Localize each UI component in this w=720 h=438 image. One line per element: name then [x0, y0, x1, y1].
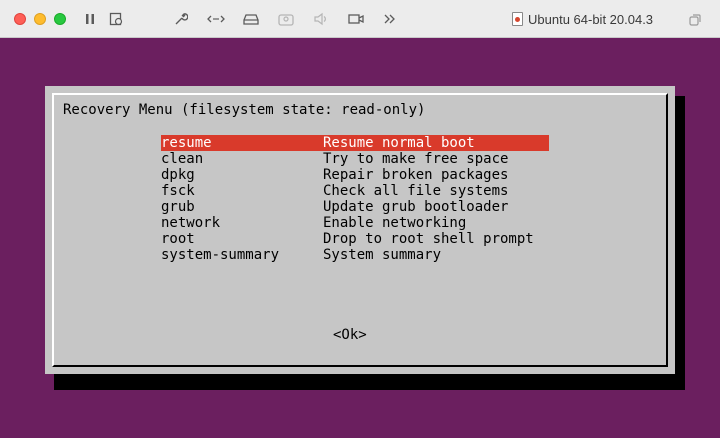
speaker-icon	[311, 9, 331, 29]
menu-item-desc: Update grub bootloader	[323, 199, 509, 215]
menu-item-desc: Repair broken packages	[323, 167, 509, 183]
network-arrows-icon[interactable]	[206, 9, 226, 29]
zoom-window-button[interactable]	[54, 13, 66, 25]
menu-item-desc: Resume normal boot	[323, 135, 475, 151]
minimize-window-button[interactable]	[34, 13, 46, 25]
menu-item-network[interactable]: network Enable networking	[161, 215, 549, 231]
menu-item-fsck[interactable]: fsck Check all file systems	[161, 183, 549, 199]
ok-button[interactable]: <Ok>	[333, 327, 367, 343]
menu-item-system-summary[interactable]: system-summary System summary	[161, 247, 549, 263]
menu-item-grub[interactable]: grub Update grub bootloader	[161, 199, 549, 215]
restore-window-icon[interactable]	[688, 12, 702, 26]
settings-wrench-icon[interactable]	[171, 9, 191, 29]
menu-item-tag: clean	[161, 151, 204, 167]
vm-window-titlebar: Ubuntu 64-bit 20.04.3	[0, 0, 720, 38]
menu-item-tag: dpkg	[161, 167, 195, 183]
menu-item-desc: Check all file systems	[323, 183, 509, 199]
menu-item-clean[interactable]: clean Try to make free space	[161, 151, 549, 167]
camera-user-icon	[276, 9, 296, 29]
vm-title: Ubuntu 64-bit 20.04.3	[512, 10, 653, 28]
menu-item-tag: fsck	[161, 183, 195, 199]
menu-item-dpkg[interactable]: dpkg Repair broken packages	[161, 167, 549, 183]
recovery-menu-list: resume Resume normal boot clean Try to m…	[161, 135, 549, 263]
menu-item-desc: Drop to root shell prompt	[323, 231, 534, 247]
menu-item-tag: network	[161, 215, 221, 231]
disk-icon[interactable]	[241, 9, 261, 29]
vm-title-text: Ubuntu 64-bit 20.04.3	[528, 11, 654, 27]
menu-item-root[interactable]: root Drop to root shell prompt	[161, 231, 549, 247]
dialog-title: Recovery Menu (filesystem state: read-on…	[63, 102, 426, 118]
menu-item-tag: root	[161, 231, 195, 247]
menu-item-tag: system-summary	[161, 247, 280, 263]
menu-item-tag: grub	[161, 199, 195, 215]
menu-item-desc: System summary	[323, 247, 442, 263]
pause-icon[interactable]	[80, 9, 100, 29]
more-chevrons-icon[interactable]	[380, 9, 400, 29]
menu-item-resume[interactable]: resume Resume normal boot	[161, 135, 549, 151]
video-camera-icon[interactable]	[346, 9, 366, 29]
menu-item-desc: Enable networking	[323, 215, 467, 231]
vm-document-icon	[512, 12, 523, 26]
recovery-menu-dialog: Recovery Menu (filesystem state: read-on…	[45, 86, 675, 374]
close-window-button[interactable]	[14, 13, 26, 25]
snapshot-icon[interactable]	[106, 9, 126, 29]
menu-item-tag: resume	[161, 135, 212, 151]
menu-item-desc: Try to make free space	[323, 151, 509, 167]
